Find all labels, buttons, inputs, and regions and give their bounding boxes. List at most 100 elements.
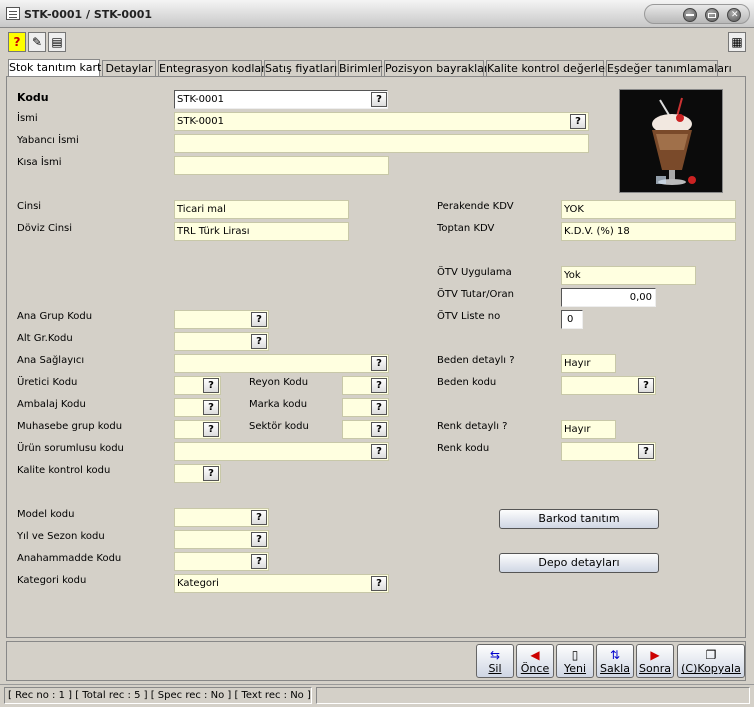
- alt-grup-label: Alt Gr.Kodu: [17, 333, 73, 344]
- tab-pozisyon[interactable]: Pozisyon bayrakları: [384, 60, 491, 77]
- doviz-cinsi-field[interactable]: TRL Türk Lirası: [174, 222, 349, 241]
- print-button[interactable]: ▤: [48, 32, 66, 52]
- ana-saglayici-label: Ana Sağlayıcı: [17, 355, 85, 366]
- tab-stok-tanitim[interactable]: Stok tanıtım kartı: [8, 59, 104, 77]
- anahammadde-lookup-button[interactable]: ?: [251, 554, 267, 569]
- ana-saglayici-lookup-button[interactable]: ?: [371, 356, 387, 371]
- beden-detayli-label: Beden detaylı ?: [437, 355, 515, 366]
- tab-birimler[interactable]: Birimler: [338, 60, 382, 77]
- cinsi-label: Cinsi: [17, 201, 42, 212]
- kategori-lookup-button[interactable]: ?: [371, 576, 387, 591]
- reyon-lookup-button[interactable]: ?: [371, 378, 387, 393]
- yabanci-ismi-label: Yabancı İsmi: [17, 135, 79, 146]
- copy-button[interactable]: ❐ (C)Kopyala: [677, 644, 745, 678]
- save-button[interactable]: ⇅ Sakla: [596, 644, 634, 678]
- perakende-kdv-label: Perakende KDV: [437, 201, 514, 212]
- perakende-kdv-field[interactable]: YOK: [561, 200, 736, 219]
- yil-sezon-label: Yıl ve Sezon kodu: [17, 531, 105, 542]
- title-bar: STK-0001 / STK-0001 ✕: [0, 0, 754, 28]
- model-label: Model kodu: [17, 509, 75, 520]
- ana-grup-lookup-button[interactable]: ?: [251, 312, 267, 327]
- beden-kodu-label: Beden kodu: [437, 377, 497, 388]
- ana-grup-label: Ana Grup Kodu: [17, 311, 93, 322]
- tab-satis-fiyatlari[interactable]: Satış fiyatları: [264, 60, 337, 77]
- edit-button[interactable]: ✎: [28, 32, 46, 52]
- urun-sorumlusu-field[interactable]: [174, 442, 389, 461]
- kodu-lookup-button[interactable]: ?: [371, 92, 387, 107]
- form-panel: Kodu STK-0001 ? İsmi STK-0001 ? Yabancı …: [6, 76, 746, 638]
- uretici-lookup-button[interactable]: ?: [203, 378, 219, 393]
- otv-liste-field[interactable]: 0: [561, 310, 583, 329]
- ana-saglayici-field[interactable]: [174, 354, 389, 373]
- sektor-lookup-button[interactable]: ?: [371, 422, 387, 437]
- urun-sorumlusu-lookup-button[interactable]: ?: [371, 444, 387, 459]
- window-controls: ✕: [644, 4, 750, 24]
- status-message: [316, 687, 750, 704]
- marka-lookup-button[interactable]: ?: [371, 400, 387, 415]
- ambalaj-lookup-button[interactable]: ?: [203, 400, 219, 415]
- otv-tutar-field[interactable]: 0,00: [561, 288, 656, 307]
- renk-kodu-lookup-button[interactable]: ?: [638, 444, 654, 459]
- urun-sorumlusu-label: Ürün sorumlusu kodu: [17, 443, 124, 454]
- cinsi-field[interactable]: Ticari mal: [174, 200, 349, 219]
- maximize-button[interactable]: [705, 8, 719, 22]
- ismi-field[interactable]: STK-0001: [174, 112, 589, 131]
- delete-button[interactable]: ⇆ Sil: [476, 644, 514, 678]
- otv-uygulama-field[interactable]: Yok: [561, 266, 696, 285]
- minimize-button[interactable]: [683, 8, 697, 22]
- depo-detaylari-button[interactable]: Depo detayları: [499, 553, 659, 573]
- kategori-field[interactable]: Kategori: [174, 574, 389, 593]
- status-bar: [ Rec no : 1 ] [ Total rec : 5 ] [ Spec …: [0, 684, 754, 707]
- ismi-lookup-button[interactable]: ?: [570, 114, 586, 129]
- tab-kalite-kontrol[interactable]: Kalite kontrol değerleri: [486, 60, 612, 77]
- export-button[interactable]: ▦: [728, 32, 746, 52]
- kodu-field[interactable]: STK-0001: [174, 90, 388, 109]
- help-button[interactable]: ?: [8, 32, 26, 52]
- window-icon: [6, 7, 20, 20]
- ismi-label: İsmi: [17, 113, 38, 124]
- doviz-cinsi-label: Döviz Cinsi: [17, 223, 73, 234]
- previous-button[interactable]: ◀ Önce: [516, 644, 554, 678]
- close-button[interactable]: ✕: [727, 8, 741, 22]
- anahammadde-label: Anahammadde Kodu: [17, 553, 122, 564]
- printer-icon: ▤: [51, 35, 63, 49]
- yabanci-ismi-field[interactable]: [174, 134, 589, 153]
- navigation-bar: ⇆ Sil ◀ Önce ▯ Yeni ⇅ Sakla ▶ Sonra ❐ (C…: [6, 641, 746, 681]
- beden-kodu-lookup-button[interactable]: ?: [638, 378, 654, 393]
- record-info: [ Rec no : 1 ] [ Total rec : 5 ] [ Spec …: [4, 687, 312, 704]
- beden-detayli-field[interactable]: Hayır: [561, 354, 616, 373]
- toptan-kdv-label: Toptan KDV: [437, 223, 495, 234]
- new-button[interactable]: ▯ Yeni: [556, 644, 594, 678]
- otv-tutar-label: ÖTV Tutar/Oran: [437, 289, 514, 300]
- help-icon: ?: [13, 35, 21, 49]
- renk-detayli-label: Renk detaylı ?: [437, 421, 508, 432]
- renk-kodu-label: Renk kodu: [437, 443, 490, 454]
- tab-entegrasyon[interactable]: Entegrasyon kodları: [158, 60, 269, 77]
- barkod-tanitim-button[interactable]: Barkod tanıtım: [499, 509, 659, 529]
- otv-liste-label: ÖTV Liste no: [437, 311, 501, 322]
- kalite-kontrol-lookup-button[interactable]: ?: [203, 466, 219, 481]
- muhasebe-label: Muhasebe grup kodu: [17, 421, 123, 432]
- renk-detayli-field[interactable]: Hayır: [561, 420, 616, 439]
- kalite-kontrol-label: Kalite kontrol kodu: [17, 465, 111, 476]
- save-icon: ⇅: [609, 648, 621, 662]
- tab-esdeger[interactable]: Eşdeğer tanımlamaları: [606, 60, 732, 77]
- model-lookup-button[interactable]: ?: [251, 510, 267, 525]
- product-photo: [619, 89, 723, 193]
- copy-icon: ❐: [705, 648, 717, 662]
- kisa-ismi-field[interactable]: [174, 156, 389, 175]
- toptan-kdv-field[interactable]: K.D.V. (%) 18: [561, 222, 736, 241]
- alt-grup-lookup-button[interactable]: ?: [251, 334, 267, 349]
- muhasebe-lookup-button[interactable]: ?: [203, 422, 219, 437]
- yil-sezon-lookup-button[interactable]: ?: [251, 532, 267, 547]
- pencil-icon: ✎: [31, 35, 43, 49]
- sektor-label: Sektör kodu: [249, 421, 309, 432]
- next-button[interactable]: ▶ Sonra: [636, 644, 674, 678]
- kisa-ismi-label: Kısa İsmi: [17, 157, 62, 168]
- ambalaj-label: Ambalaj Kodu: [17, 399, 86, 410]
- tab-detaylar[interactable]: Detaylar: [102, 60, 156, 77]
- marka-label: Marka kodu: [249, 399, 308, 410]
- reyon-label: Reyon Kodu: [249, 377, 309, 388]
- arrow-left-icon: ◀: [530, 648, 540, 662]
- milkshake-image: [620, 90, 722, 192]
